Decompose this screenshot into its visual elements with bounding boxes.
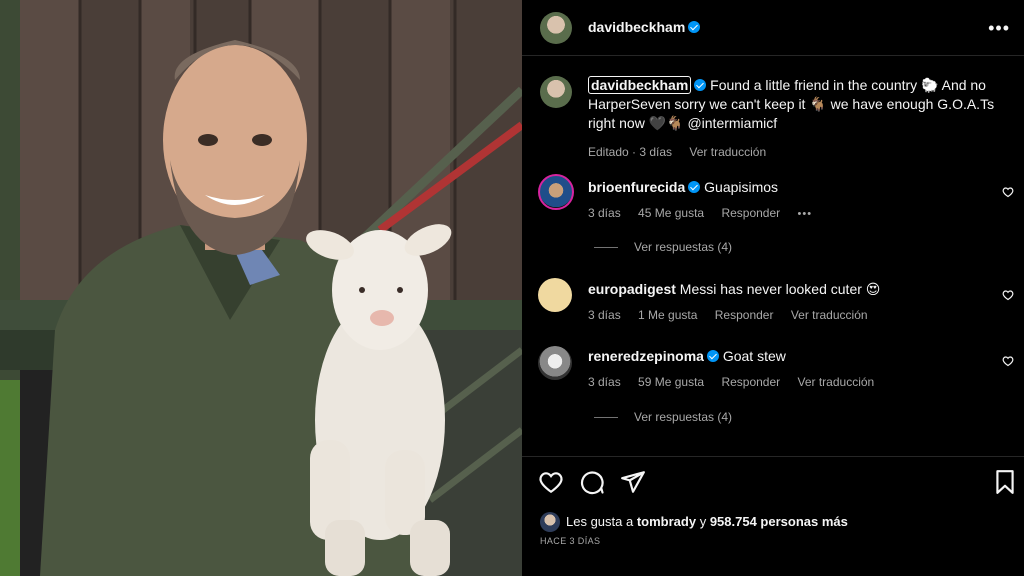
caption-translate-link[interactable]: Ver traducción — [689, 145, 766, 159]
comment-text: Goat stew — [722, 348, 786, 364]
likes-user[interactable]: tombrady — [637, 514, 696, 529]
comment-like-heart-icon[interactable] — [1002, 186, 1014, 198]
comment-item: brioenfurecida Guapisimos 3 días 45 Me g… — [588, 178, 988, 223]
comment-like-heart-icon[interactable] — [1002, 289, 1014, 301]
comment-likes[interactable]: 1 Me gusta — [638, 308, 697, 322]
comment-item: europadigest Messi has never looked cute… — [588, 280, 988, 324]
more-options-icon[interactable]: ••• — [988, 18, 1010, 39]
author-username[interactable]: davidbeckham — [588, 19, 685, 35]
view-replies-label[interactable]: Ver respuestas (4) — [634, 410, 732, 424]
heart-icon[interactable] — [538, 469, 564, 495]
view-replies-link[interactable]: Ver respuestas (4) — [594, 240, 732, 254]
comment-reply-button[interactable]: Responder — [715, 308, 774, 322]
verified-badge-icon — [694, 79, 707, 91]
caption-meta: Editado · 3 días Ver traducción — [588, 143, 1008, 162]
verified-badge-icon — [688, 21, 701, 33]
comment-username[interactable]: europadigest — [588, 281, 676, 297]
post-actions: Les gusta a tombrady y 958.754 personas … — [522, 456, 1024, 576]
post-header: davidbeckham ••• — [522, 0, 1024, 56]
author-name-wrap: davidbeckham — [588, 19, 701, 37]
comment-more-icon[interactable]: ••• — [798, 208, 813, 220]
comment-time: 3 días — [588, 206, 621, 220]
comment-reply-button[interactable]: Responder — [721, 375, 780, 389]
likes-prefix: Les gusta a — [566, 514, 634, 529]
caption-avatar[interactable] — [540, 76, 572, 108]
verified-badge-icon — [706, 350, 719, 362]
replies-divider — [594, 247, 618, 249]
post-panel: davidbeckham ••• davidbeckham Found a li… — [522, 0, 1024, 576]
comment-like-heart-icon[interactable] — [1002, 355, 1014, 367]
likes-summary[interactable]: Les gusta a tombrady y 958.754 personas … — [566, 514, 848, 529]
photo-illustration — [0, 0, 522, 576]
comment-translate-link[interactable]: Ver traducción — [791, 308, 868, 322]
view-replies-link[interactable]: Ver respuestas (4) — [594, 410, 732, 424]
liker-avatar[interactable] — [540, 512, 560, 532]
comment-likes[interactable]: 59 Me gusta — [638, 375, 704, 389]
comment-translate-link[interactable]: Ver traducción — [798, 375, 875, 389]
author-avatar[interactable] — [540, 12, 572, 44]
comment-meta: 3 días 1 Me gusta Responder Ver traducci… — [588, 306, 988, 324]
comment-username[interactable]: reneredzepinoma — [588, 348, 704, 364]
likes-count[interactable]: 958.754 personas más — [710, 514, 848, 529]
comment-time: 3 días — [588, 308, 621, 322]
comment-likes[interactable]: 45 Me gusta — [638, 206, 704, 220]
caption-edited: Editado · 3 días — [588, 145, 673, 159]
post-timestamp: HACE 3 DÍAS — [540, 536, 601, 546]
comment-avatar[interactable] — [538, 174, 574, 210]
comment-avatar[interactable] — [538, 278, 572, 312]
post-caption: davidbeckham Found a little friend in th… — [588, 76, 1008, 162]
comment-meta: 3 días 59 Me gusta Responder Ver traducc… — [588, 373, 988, 391]
comment-username[interactable]: brioenfurecida — [588, 179, 685, 195]
likes-joiner: y — [699, 514, 707, 529]
verified-badge-icon — [688, 181, 701, 193]
comment-avatar[interactable] — [538, 346, 572, 380]
comment-item: reneredzepinoma Goat stew 3 días 59 Me g… — [588, 347, 988, 391]
replies-divider — [594, 417, 618, 419]
post-photo — [0, 0, 522, 576]
caption-username[interactable]: davidbeckham — [588, 76, 692, 94]
comment-text: Messi has never looked cuter 😍 — [679, 281, 881, 297]
share-icon[interactable] — [620, 469, 646, 495]
comment-meta: 3 días 45 Me gusta Responder ••• — [588, 204, 988, 223]
comment-icon[interactable] — [579, 469, 605, 495]
comment-reply-button[interactable]: Responder — [721, 206, 780, 220]
comment-time: 3 días — [588, 375, 621, 389]
view-replies-label[interactable]: Ver respuestas (4) — [634, 240, 732, 254]
comment-text: Guapisimos — [704, 179, 779, 195]
bookmark-icon[interactable] — [992, 469, 1018, 495]
